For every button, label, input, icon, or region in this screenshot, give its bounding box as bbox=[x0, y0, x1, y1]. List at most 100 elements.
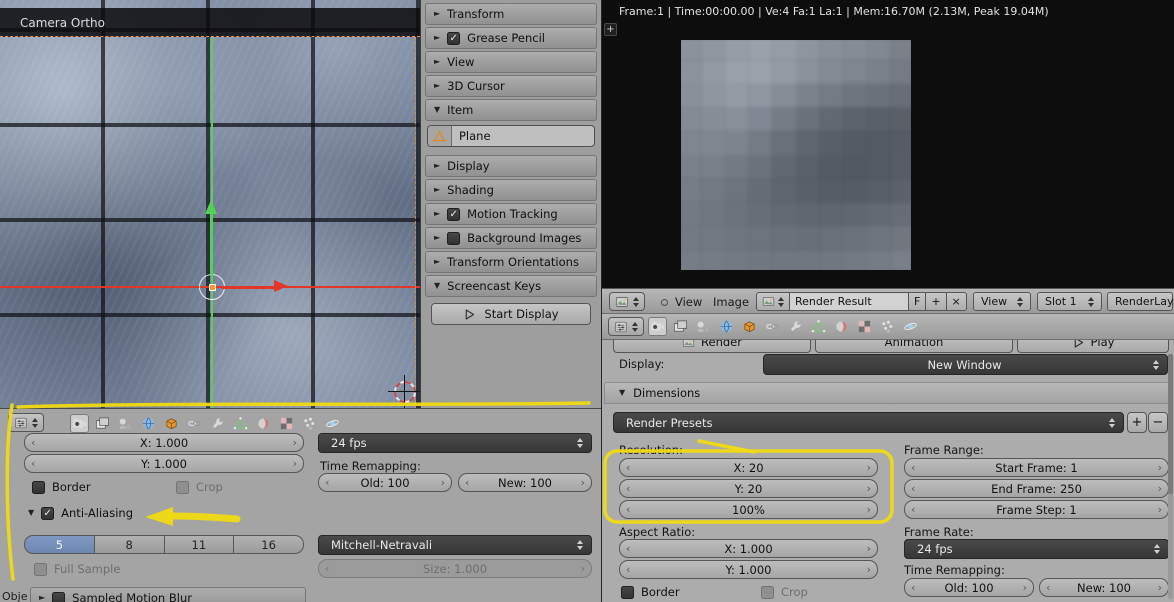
tab-particles-icon[interactable] bbox=[878, 317, 897, 336]
tab-object-icon[interactable] bbox=[740, 317, 759, 336]
add-preset-button[interactable]: + bbox=[1127, 412, 1147, 433]
expanded-triangle-icon[interactable]: ▼ bbox=[434, 282, 440, 290]
scrollbar[interactable] bbox=[1168, 354, 1173, 599]
background-images-checkbox[interactable] bbox=[447, 231, 461, 245]
start-frame-field[interactable]: ‹ Start Frame: 1 › bbox=[904, 458, 1169, 477]
header-collapse-dot-icon[interactable] bbox=[661, 299, 668, 306]
collapsed-triangle-icon[interactable]: ► bbox=[434, 34, 440, 42]
collapsed-triangle-icon[interactable]: ► bbox=[434, 10, 440, 18]
collapsed-triangle-icon[interactable]: ► bbox=[434, 234, 440, 242]
3d-viewport[interactable]: Camera Ortho bbox=[0, 0, 420, 408]
tab-modifiers-icon[interactable] bbox=[208, 414, 227, 433]
collapsed-triangle-icon[interactable]: ► bbox=[434, 162, 440, 170]
decrement-arrow-icon[interactable]: ‹ bbox=[626, 502, 630, 515]
tab-render-layers-icon[interactable] bbox=[93, 414, 112, 433]
image-menu[interactable]: Image bbox=[713, 295, 749, 309]
old-framerate-field[interactable]: ‹ Old: 100 › bbox=[904, 578, 1034, 597]
x-slider[interactable]: ‹ X: 1.000 › bbox=[24, 433, 304, 452]
tab-world-icon[interactable] bbox=[717, 317, 736, 336]
object-name-field[interactable]: Plane bbox=[427, 125, 595, 147]
render-button[interactable]: Render bbox=[613, 340, 811, 353]
tab-render-icon[interactable] bbox=[648, 317, 667, 336]
anti-aliasing-checkbox[interactable] bbox=[41, 506, 55, 520]
increment-arrow-icon[interactable]: › bbox=[867, 460, 871, 473]
resolution-percentage-slider[interactable]: ‹ 100% › bbox=[619, 500, 878, 519]
decrement-arrow-icon[interactable]: ‹ bbox=[626, 481, 630, 494]
tab-constraints-icon[interactable] bbox=[763, 317, 782, 336]
increment-arrow-icon[interactable]: › bbox=[867, 541, 871, 554]
old-framerate-field[interactable]: ‹ Old: 100 › bbox=[318, 473, 452, 492]
tab-world-icon[interactable] bbox=[139, 414, 158, 433]
render-result-area[interactable] bbox=[681, 40, 911, 270]
remove-preset-button[interactable]: − bbox=[1148, 412, 1168, 433]
tab-physics-icon[interactable] bbox=[323, 414, 342, 433]
anti-aliasing-panel-header[interactable]: ▼ Anti-Aliasing bbox=[28, 506, 133, 520]
aa-samples-8-button[interactable]: 8 bbox=[94, 535, 165, 554]
border-checkbox-row[interactable]: Border bbox=[32, 480, 91, 494]
collapsed-triangle-icon[interactable]: ► bbox=[434, 186, 440, 194]
play-button[interactable]: Play bbox=[1017, 340, 1169, 353]
frame-step-field[interactable]: ‹ Frame Step: 1 › bbox=[904, 500, 1169, 519]
panel-transform[interactable]: ► Transform bbox=[425, 3, 597, 25]
manipulator-y-arrow[interactable] bbox=[210, 214, 213, 276]
aa-filter-dropdown[interactable]: Mitchell-Netravali bbox=[318, 535, 592, 555]
decrement-arrow-icon[interactable]: ‹ bbox=[31, 435, 35, 448]
tab-object-icon[interactable] bbox=[162, 414, 181, 433]
border-checkbox-row[interactable]: Border bbox=[621, 585, 680, 599]
tab-render-icon[interactable] bbox=[70, 414, 89, 433]
increment-arrow-icon[interactable]: › bbox=[441, 475, 445, 488]
new-framerate-field[interactable]: ‹ New: 100 › bbox=[1039, 578, 1169, 597]
border-checkbox[interactable] bbox=[32, 480, 45, 494]
tab-object-data-icon[interactable] bbox=[231, 414, 250, 433]
collapsed-triangle-icon[interactable]: ► bbox=[39, 594, 45, 602]
decrement-arrow-icon[interactable]: ‹ bbox=[911, 481, 915, 494]
tab-object-data-icon[interactable] bbox=[809, 317, 828, 336]
collapsed-triangle-icon[interactable]: ► bbox=[434, 82, 440, 90]
fps-dropdown[interactable]: 24 fps bbox=[904, 539, 1169, 559]
collapsed-triangle-icon[interactable]: ► bbox=[434, 210, 440, 218]
tab-texture-icon[interactable] bbox=[855, 317, 874, 336]
sampled-motion-blur-checkbox[interactable] bbox=[52, 591, 66, 602]
crop-checkbox[interactable] bbox=[176, 480, 189, 494]
tab-physics-icon[interactable] bbox=[901, 317, 920, 336]
increment-arrow-icon[interactable]: › bbox=[1158, 481, 1162, 494]
start-display-button[interactable]: Start Display bbox=[431, 303, 591, 325]
aa-samples-5-button[interactable]: 5 bbox=[24, 535, 95, 554]
panel-3d-cursor[interactable]: ► 3D Cursor bbox=[425, 75, 597, 97]
increment-arrow-icon[interactable]: › bbox=[1158, 460, 1162, 473]
tab-particles-icon[interactable] bbox=[300, 414, 319, 433]
decrement-arrow-icon[interactable]: ‹ bbox=[1046, 580, 1050, 593]
aspect-y-slider[interactable]: ‹ Y: 1.000 › bbox=[619, 560, 878, 579]
manipulator-x-arrow[interactable] bbox=[222, 286, 274, 289]
new-framerate-field[interactable]: ‹ New: 100 › bbox=[458, 473, 592, 492]
panel-background-images[interactable]: ► Background Images bbox=[425, 227, 597, 249]
crop-checkbox-row[interactable]: Crop bbox=[176, 480, 223, 494]
filter-size-slider[interactable]: ‹ Size: 1.000 › bbox=[318, 559, 592, 578]
panel-grease-pencil[interactable]: ► Grease Pencil bbox=[425, 27, 597, 49]
tab-material-icon[interactable] bbox=[254, 414, 273, 433]
fps-dropdown[interactable]: 24 fps bbox=[318, 433, 592, 453]
collapsed-triangle-icon[interactable]: ► bbox=[434, 58, 440, 66]
slot-dropdown[interactable]: Slot 1 bbox=[1037, 292, 1102, 311]
panel-motion-tracking[interactable]: ► Motion Tracking bbox=[425, 203, 597, 225]
unlink-image-button[interactable]: × bbox=[945, 292, 967, 311]
decrement-arrow-icon[interactable]: ‹ bbox=[325, 475, 329, 488]
full-sample-checkbox[interactable] bbox=[34, 562, 47, 576]
increment-arrow-icon[interactable]: › bbox=[1158, 502, 1162, 515]
sampled-motion-blur-panel-header[interactable]: ► Sampled Motion Blur bbox=[30, 587, 306, 602]
decrement-arrow-icon[interactable]: ‹ bbox=[911, 460, 915, 473]
increment-arrow-icon[interactable]: › bbox=[867, 481, 871, 494]
tab-constraints-icon[interactable] bbox=[185, 414, 204, 433]
aspect-x-slider[interactable]: ‹ X: 1.000 › bbox=[619, 539, 878, 558]
decrement-arrow-icon[interactable]: ‹ bbox=[626, 562, 630, 575]
image-browse-button[interactable] bbox=[756, 292, 790, 311]
aa-samples-16-button[interactable]: 16 bbox=[234, 535, 304, 554]
tab-texture-icon[interactable] bbox=[277, 414, 296, 433]
decrement-arrow-icon[interactable]: ‹ bbox=[465, 475, 469, 488]
grease-pencil-checkbox[interactable] bbox=[447, 31, 461, 45]
increment-arrow-icon[interactable]: › bbox=[293, 456, 297, 469]
editor-type-button[interactable] bbox=[608, 317, 644, 336]
display-mode-dropdown[interactable]: New Window bbox=[763, 354, 1168, 375]
view-menu[interactable]: View bbox=[675, 295, 702, 309]
object-name-value[interactable]: Plane bbox=[452, 129, 491, 143]
